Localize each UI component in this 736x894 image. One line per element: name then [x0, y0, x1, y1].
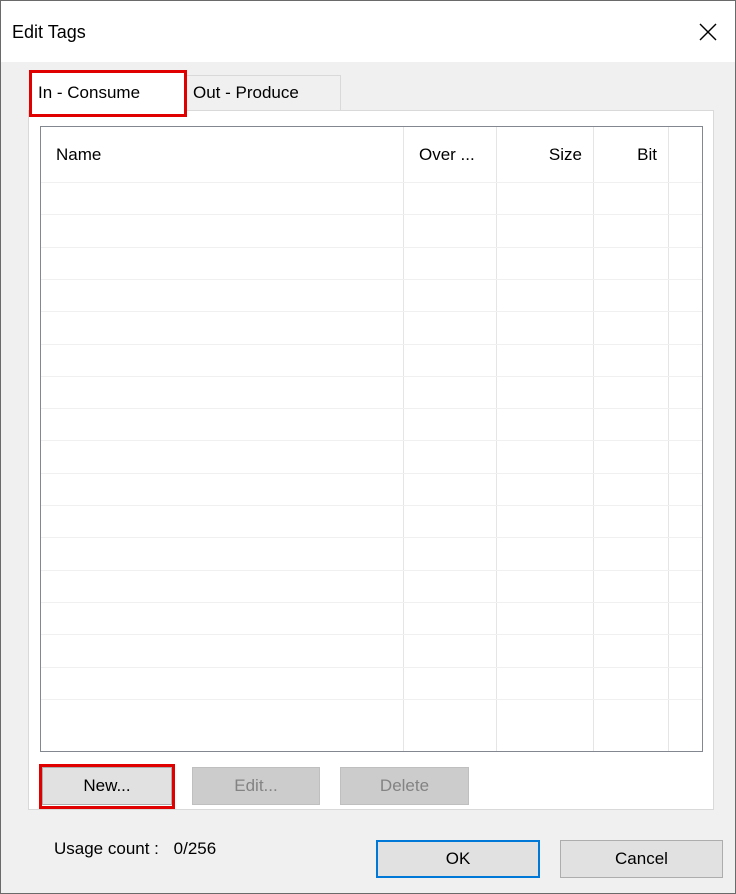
column-label: Name	[56, 144, 102, 164]
column-separator	[496, 127, 497, 751]
row-gridline	[41, 247, 702, 248]
delete-button[interactable]: Delete	[340, 767, 469, 805]
tab-label: Out - Produce	[193, 83, 299, 102]
row-gridline	[41, 537, 702, 538]
window-title: Edit Tags	[12, 22, 86, 42]
column-label: Over ...	[419, 144, 475, 164]
close-icon[interactable]	[693, 17, 723, 47]
usage-count: Usage count : 0/256	[54, 839, 216, 859]
column-separator	[403, 127, 404, 751]
row-gridline	[41, 473, 702, 474]
row-gridline	[41, 667, 702, 668]
tab-out-produce[interactable]: Out - Produce	[185, 75, 341, 110]
row-gridline	[41, 311, 702, 312]
row-gridline	[41, 699, 702, 700]
row-gridline	[41, 344, 702, 345]
title-bar: Edit Tags	[0, 0, 736, 62]
row-gridline	[41, 182, 702, 183]
row-gridline	[41, 570, 702, 571]
column-header-size[interactable]: Size	[496, 127, 592, 182]
row-gridline	[41, 408, 702, 409]
column-header-bit[interactable]: Bit	[593, 127, 667, 182]
tab-in-consume[interactable]: In - Consume	[31, 72, 185, 114]
row-gridline	[41, 279, 702, 280]
column-label: Bit	[637, 144, 657, 164]
row-gridline	[41, 505, 702, 506]
cancel-button[interactable]: Cancel	[560, 840, 723, 878]
column-label: Size	[548, 144, 582, 164]
close-icon-glyph	[699, 23, 717, 41]
button-label: Cancel	[615, 849, 668, 868]
column-separator	[593, 127, 594, 751]
tab-label: In - Consume	[38, 83, 141, 102]
column-header-name[interactable]: Name	[56, 127, 396, 182]
edit-button[interactable]: Edit...	[192, 767, 320, 805]
row-gridline	[41, 634, 702, 635]
new-button[interactable]: New...	[42, 767, 172, 805]
list-header: Name Over ... Size Bit	[41, 127, 702, 182]
button-label: Edit...	[234, 776, 278, 795]
usage-label: Usage count :	[54, 839, 159, 858]
tags-list-view[interactable]: Name Over ... Size Bit	[40, 126, 703, 752]
column-header-over[interactable]: Over ...	[403, 127, 495, 182]
usage-value: 0/256	[173, 839, 217, 858]
button-label: OK	[445, 849, 471, 868]
row-gridline	[41, 602, 702, 603]
ok-button[interactable]: OK	[376, 840, 540, 878]
row-gridline	[41, 440, 702, 441]
column-separator	[668, 127, 669, 751]
button-label: Delete	[379, 776, 430, 795]
row-gridline	[41, 214, 702, 215]
button-label: New...	[83, 776, 131, 795]
row-gridline	[41, 376, 702, 377]
